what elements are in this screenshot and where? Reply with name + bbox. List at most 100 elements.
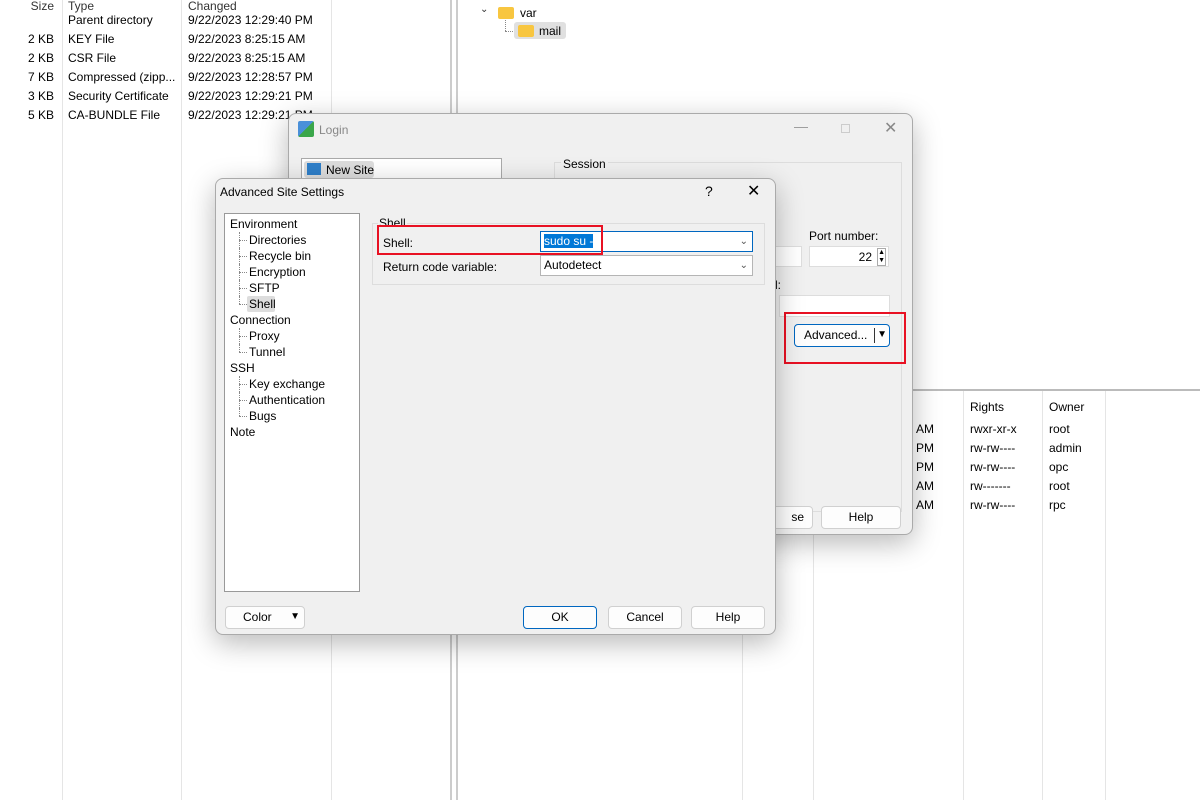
column-type[interactable]: Type: [68, 0, 94, 13]
changed-cell: 9/22/2023 8:25:15 AM: [188, 32, 306, 46]
tree-item-proxy[interactable]: Proxy: [249, 328, 280, 344]
type-cell: CA-BUNDLE File: [68, 108, 161, 122]
column-changed[interactable]: Changed: [188, 0, 237, 13]
color-button[interactable]: Color ▼: [225, 606, 305, 629]
rights-cell: rw-rw----: [970, 498, 1016, 512]
return-code-label: Return code variable:: [383, 260, 498, 274]
column-owner[interactable]: Owner: [1049, 400, 1084, 414]
ok-button[interactable]: OK: [523, 606, 597, 629]
cancel-button[interactable]: Cancel: [608, 606, 682, 629]
size-cell: 3 KB: [27, 89, 54, 103]
size-cell: 2 KB: [27, 32, 54, 46]
tree-connector: [239, 416, 247, 417]
tree-connector: [239, 408, 240, 416]
size-cell: 2 KB: [27, 51, 54, 65]
tree-item-mail[interactable]: mail: [539, 24, 561, 38]
tree-item-authentication[interactable]: Authentication: [249, 392, 325, 408]
close-icon[interactable]: ✕: [747, 181, 760, 201]
tree-item-connection[interactable]: Connection: [230, 312, 291, 328]
column-size[interactable]: Size: [31, 0, 54, 13]
tree-item-sftp[interactable]: SFTP: [249, 280, 280, 296]
tree-item-tunnel[interactable]: Tunnel: [249, 344, 285, 360]
type-cell: Security Certificate: [68, 89, 169, 103]
owner-cell: admin: [1049, 441, 1082, 455]
tree-connector: [239, 376, 240, 392]
table-row[interactable]: 2 KB KEY File 9/22/2023 8:25:15 AM: [0, 32, 450, 50]
tree-connector: [239, 336, 247, 337]
port-label: Port number:: [809, 229, 879, 243]
help-icon[interactable]: ?: [705, 183, 713, 199]
tree-item-directories[interactable]: Directories: [249, 232, 306, 248]
column-rights[interactable]: Rights: [970, 400, 1004, 414]
dropdown-arrow-icon[interactable]: ▼: [290, 607, 300, 627]
tree-item-key-exchange[interactable]: Key exchange: [249, 376, 325, 392]
tree-connector: [239, 344, 240, 352]
tree-item-bugs[interactable]: Bugs: [249, 408, 276, 424]
tree-item-note[interactable]: Note: [230, 424, 255, 440]
type-cell: Compressed (zipp...: [68, 70, 176, 84]
tree-connector: [239, 328, 240, 344]
tree-connector: [239, 248, 240, 264]
port-input[interactable]: 22 ▲ ▼: [809, 246, 889, 267]
chevron-down-icon[interactable]: ⌄: [740, 256, 748, 275]
maximize-icon[interactable]: [841, 124, 850, 133]
rights-cell: rw-rw----: [970, 441, 1016, 455]
advanced-site-settings-dialog: Advanced Site Settings ? ✕ Environment Di…: [215, 178, 776, 635]
tree-connector: [239, 240, 247, 241]
changed-cell: 9/22/2023 8:25:15 AM: [188, 51, 306, 65]
tree-connector: [239, 384, 247, 385]
changed-cell: AM: [916, 498, 934, 512]
computer-icon: [307, 163, 321, 175]
tree-connector: [239, 256, 247, 257]
minimize-icon[interactable]: —: [794, 118, 808, 134]
return-code-combobox[interactable]: Autodetect ⌄: [540, 255, 753, 276]
tree-item-shell[interactable]: Shell: [249, 296, 276, 312]
owner-cell: opc: [1049, 460, 1069, 474]
changed-cell: 9/22/2023 12:29:40 PM: [188, 13, 313, 27]
session-label: Session: [561, 157, 608, 171]
changed-cell: 9/22/2023 12:29:21 PM: [188, 89, 313, 103]
close-icon[interactable]: ✕: [884, 118, 897, 138]
tree-item-recycle-bin[interactable]: Recycle bin: [249, 248, 311, 264]
owner-cell: root: [1049, 422, 1070, 436]
table-row[interactable]: 7 KB Compressed (zipp... 9/22/2023 12:28:5…: [0, 70, 450, 88]
tree-connector: [239, 304, 247, 305]
app-icon: [298, 121, 314, 137]
highlight-box: [377, 225, 603, 255]
type-cell: Parent directory: [68, 13, 153, 27]
rights-cell: rwxr-xr-x: [970, 422, 1017, 436]
site-new-site[interactable]: New Site: [326, 163, 374, 177]
folder-icon: [518, 25, 534, 37]
port-value: 22: [858, 250, 872, 264]
folder-icon: [498, 7, 514, 19]
type-cell: CSR File: [68, 51, 117, 65]
table-row[interactable]: 3 KB Security Certificate 9/22/2023 12:29:…: [0, 89, 450, 107]
return-code-value: Autodetect: [544, 258, 602, 272]
tree-connector: [239, 280, 240, 296]
size-cell: 5 KB: [27, 108, 54, 122]
owner-cell: root: [1049, 479, 1070, 493]
dialog-title: Advanced Site Settings: [220, 185, 345, 199]
color-button-label: Color: [243, 610, 272, 624]
tree-item-environment[interactable]: Environment: [230, 216, 297, 232]
tree-item-encryption[interactable]: Encryption: [249, 264, 306, 280]
help-button[interactable]: Help: [691, 606, 765, 629]
login-title: Login: [319, 123, 349, 137]
rights-cell: rw-------: [970, 479, 1011, 493]
tree-connector: [239, 272, 247, 273]
table-row[interactable]: Parent directory 9/22/2023 12:29:40 PM: [0, 13, 450, 31]
help-button[interactable]: Help: [821, 506, 901, 529]
rights-cell: rw-rw----: [970, 460, 1016, 474]
tree-item-ssh[interactable]: SSH: [230, 360, 255, 376]
spinner-icon[interactable]: ▲ ▼: [877, 248, 886, 266]
chevron-down-icon[interactable]: ⌄: [480, 4, 488, 15]
size-cell: 7 KB: [27, 70, 54, 84]
chevron-down-icon[interactable]: ⌄: [740, 232, 748, 251]
tree-item-var[interactable]: var: [520, 6, 537, 20]
tree-connector: [239, 392, 240, 408]
tree-connector: [239, 352, 247, 353]
changed-cell: AM: [916, 422, 934, 436]
table-row[interactable]: 2 KB CSR File 9/22/2023 8:25:15 AM: [0, 51, 450, 69]
settings-tree[interactable]: Environment Directories Recycle bin Encrypt…: [224, 213, 360, 592]
tree-connector: [239, 296, 240, 304]
